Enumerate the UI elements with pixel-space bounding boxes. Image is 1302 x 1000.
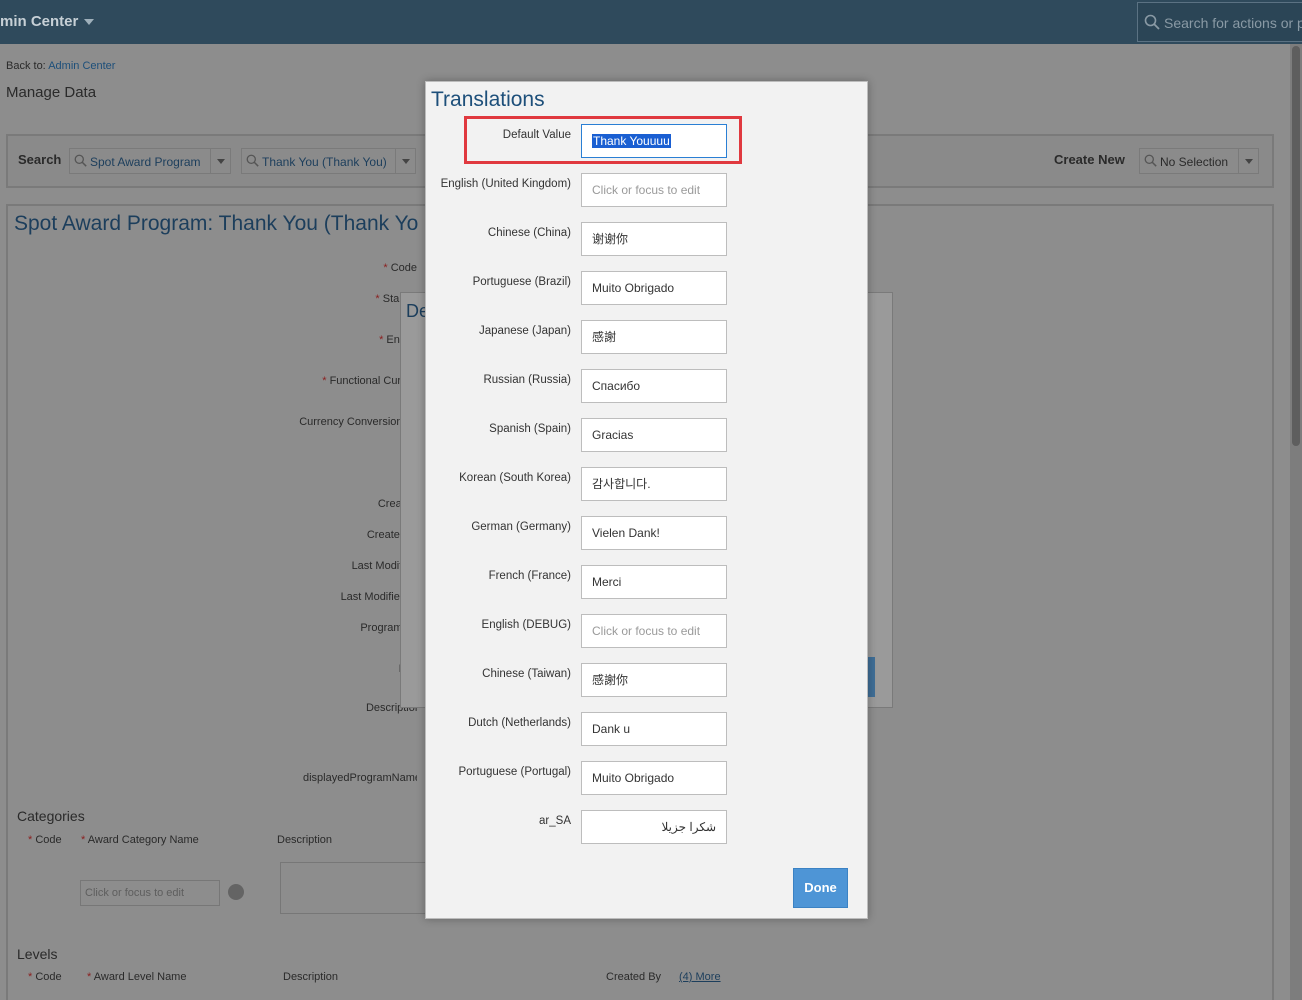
- translation-row: French (France) Merci: [426, 565, 869, 599]
- translation-language-label: Portuguese (Portugal): [458, 766, 571, 778]
- translation-input[interactable]: شكرا جزيلا: [581, 810, 727, 844]
- field-label: * Code: [383, 262, 417, 274]
- navigate-icon[interactable]: [228, 884, 244, 900]
- translation-language-label: Dutch (Netherlands): [468, 717, 571, 729]
- chevron-down-icon[interactable]: [210, 149, 230, 173]
- translation-input[interactable]: 感謝你: [581, 663, 727, 697]
- category-name-header: * Award Category Name: [81, 834, 199, 846]
- translation-row: Japanese (Japan) 感謝: [426, 320, 869, 354]
- translation-input[interactable]: Merci: [581, 565, 727, 599]
- translation-row: Portuguese (Brazil) Muito Obrigado: [426, 271, 869, 305]
- object-type-combo[interactable]: Spot Award Program: [69, 148, 231, 174]
- translation-row: Portuguese (Portugal) Muito Obrigado: [426, 761, 869, 795]
- translation-language-label: English (DEBUG): [481, 619, 571, 631]
- dialog-title: Translations: [431, 88, 545, 111]
- create-new-combo[interactable]: No Selection: [1139, 148, 1259, 174]
- create-new-label: Create New: [1054, 152, 1125, 167]
- app-title-label: min Center: [0, 13, 79, 30]
- translation-row: Russian (Russia) Спасибо: [426, 369, 869, 403]
- translation-language-label: French (France): [488, 570, 571, 582]
- category-description-input[interactable]: [280, 862, 430, 914]
- translation-language-label: Korean (South Korea): [459, 472, 571, 484]
- translation-input[interactable]: Muito Obrigado: [581, 761, 727, 795]
- translation-row: Chinese (Taiwan) 感謝你: [426, 663, 869, 697]
- search-icon: [246, 154, 259, 167]
- translation-language-label: Portuguese (Brazil): [472, 276, 571, 288]
- translation-input[interactable]: 谢谢你: [581, 222, 727, 256]
- translation-input[interactable]: Gracias: [581, 418, 727, 452]
- levels-title: Levels: [17, 946, 58, 962]
- translation-row: English (DEBUG) Click or focus to edit: [426, 614, 869, 648]
- search-label: Search: [18, 152, 62, 167]
- translation-row: English (United Kingdom) Click or focus t…: [426, 173, 869, 207]
- translation-input[interactable]: Muito Obrigado: [581, 271, 727, 305]
- translation-language-label: English (United Kingdom): [440, 178, 571, 190]
- level-description-header: Description: [283, 971, 339, 983]
- translations-dialog: Translations Default Value Thank Youuuu En…: [425, 81, 868, 919]
- record-fields: * Code* Start D* End D* Functional Curre…: [8, 206, 417, 806]
- translation-language-label: Russian (Russia): [483, 374, 571, 386]
- translation-language-label: German (Germany): [471, 521, 571, 533]
- translation-language-label: Japanese (Japan): [478, 325, 571, 337]
- scrollbar-thumb[interactable]: [1292, 46, 1300, 446]
- category-code-input[interactable]: Click or focus to edit: [80, 880, 220, 906]
- search-icon: [74, 154, 87, 167]
- chevron-down-icon: [84, 19, 95, 26]
- translation-input[interactable]: 감사합니다.: [581, 467, 727, 501]
- translation-row: ar_SA شكرا جزيلا: [426, 810, 869, 844]
- page-title: Manage Data: [6, 84, 97, 101]
- chevron-down-icon[interactable]: [395, 149, 415, 173]
- level-code-header: * Code: [28, 971, 62, 983]
- object-type-value: Spot Award Program: [90, 155, 201, 169]
- translation-row: Spanish (Spain) Gracias: [426, 418, 869, 452]
- translation-language-label: Spanish (Spain): [489, 423, 571, 435]
- translation-language-label: Chinese (China): [487, 227, 571, 239]
- translation-row: Korean (South Korea) 감사합니다.: [426, 467, 869, 501]
- field-label: displayedProgramName: [303, 772, 417, 784]
- translation-input[interactable]: Dank u: [581, 712, 727, 746]
- level-created-by-header: Created By: [606, 971, 662, 983]
- global-search-placeholder: Search for actions or p: [1164, 15, 1302, 31]
- translation-input[interactable]: 感謝: [581, 320, 727, 354]
- page-scrollbar[interactable]: [1290, 44, 1302, 1000]
- categories-title: Categories: [17, 808, 85, 824]
- more-columns-link[interactable]: (4) More: [679, 971, 721, 983]
- admin-center-link[interactable]: Admin Center: [48, 60, 115, 72]
- translation-row: German (Germany) Vielen Dank!: [426, 516, 869, 550]
- chevron-down-icon[interactable]: [1238, 149, 1258, 173]
- record-value: Thank You (Thank You): [262, 155, 387, 169]
- default-value-highlight: [464, 116, 742, 164]
- translation-input[interactable]: Click or focus to edit: [581, 173, 727, 207]
- create-new-value: No Selection: [1160, 155, 1229, 169]
- category-code-header: * Code: [28, 834, 62, 846]
- translation-language-label: Chinese (Taiwan): [482, 668, 571, 680]
- record-combo[interactable]: Thank You (Thank You): [241, 148, 416, 174]
- level-name-header: * Award Level Name: [87, 971, 187, 983]
- translation-input[interactable]: Спасибо: [581, 369, 727, 403]
- translation-row: Dutch (Netherlands) Dank u: [426, 712, 869, 746]
- search-icon: [1144, 14, 1160, 30]
- breadcrumb: Back to: Admin Center: [6, 60, 115, 72]
- translation-row: Chinese (China) 谢谢你: [426, 222, 869, 256]
- translation-language-label: ar_SA: [539, 815, 571, 827]
- shell-bar: min Center Search for actions or p: [0, 0, 1302, 44]
- category-description-header: Description: [277, 834, 333, 846]
- done-button[interactable]: Done: [793, 868, 848, 908]
- translation-input[interactable]: Click or focus to edit: [581, 614, 727, 648]
- app-title-menu[interactable]: min Center: [0, 13, 95, 30]
- translation-input[interactable]: Vielen Dank!: [581, 516, 727, 550]
- back-to-label: Back to:: [6, 60, 46, 72]
- global-search-input[interactable]: Search for actions or p: [1137, 2, 1302, 42]
- search-icon: [1144, 154, 1157, 167]
